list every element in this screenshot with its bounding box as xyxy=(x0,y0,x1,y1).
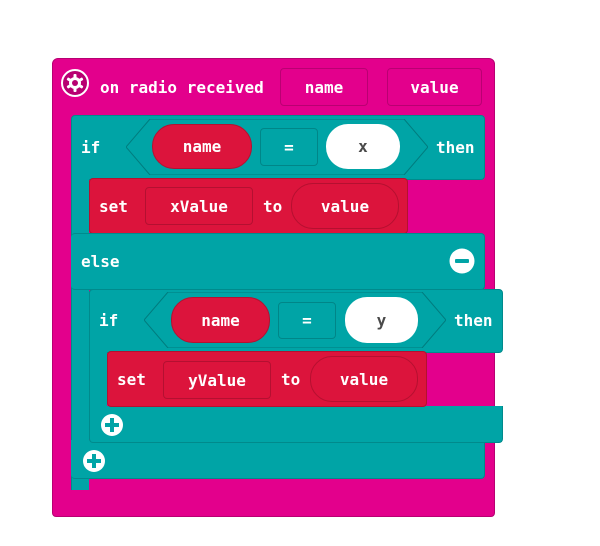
then-label: then xyxy=(436,138,475,157)
settings-gear-button[interactable] xyxy=(61,69,89,97)
outer-if-footer xyxy=(71,440,485,479)
plus-circle-icon xyxy=(101,414,123,436)
add-inner-branch-button[interactable] xyxy=(100,413,124,437)
to-label: to xyxy=(263,197,283,216)
if-label: if xyxy=(81,138,101,157)
inner-value-variable-pill[interactable]: value xyxy=(310,356,418,402)
x-text-pill[interactable]: x xyxy=(326,124,400,169)
else-label: else xyxy=(81,252,120,271)
inner-then-label: then xyxy=(454,311,493,330)
plus-circle-icon xyxy=(83,450,105,472)
event-label: on radio received xyxy=(100,78,264,97)
param-name-field[interactable]: name xyxy=(280,68,368,106)
xvalue-variable-dropdown[interactable]: xValue xyxy=(145,187,253,225)
inner-operator-dropdown[interactable]: = xyxy=(278,302,336,339)
inner-if-label: if xyxy=(99,311,119,330)
remove-else-button[interactable] xyxy=(448,247,476,275)
inner-if-spine xyxy=(89,340,107,410)
minus-circle-icon xyxy=(449,248,475,274)
inner-to-label: to xyxy=(281,370,301,389)
inner-set-label: set xyxy=(117,370,146,389)
add-outer-branch-button[interactable] xyxy=(82,449,106,473)
param-value-field[interactable]: value xyxy=(387,68,482,106)
operator-dropdown[interactable]: = xyxy=(260,128,318,166)
set-label: set xyxy=(99,197,128,216)
inner-name-variable-pill[interactable]: name xyxy=(171,297,270,343)
else-row xyxy=(71,233,485,290)
yvalue-variable-dropdown[interactable]: yValue xyxy=(163,361,271,399)
value-variable-pill[interactable]: value xyxy=(291,183,399,229)
name-variable-pill[interactable]: name xyxy=(152,124,252,169)
y-text-pill[interactable]: y xyxy=(345,297,418,343)
gear-icon xyxy=(61,69,89,97)
inner-if-footer xyxy=(89,406,503,443)
